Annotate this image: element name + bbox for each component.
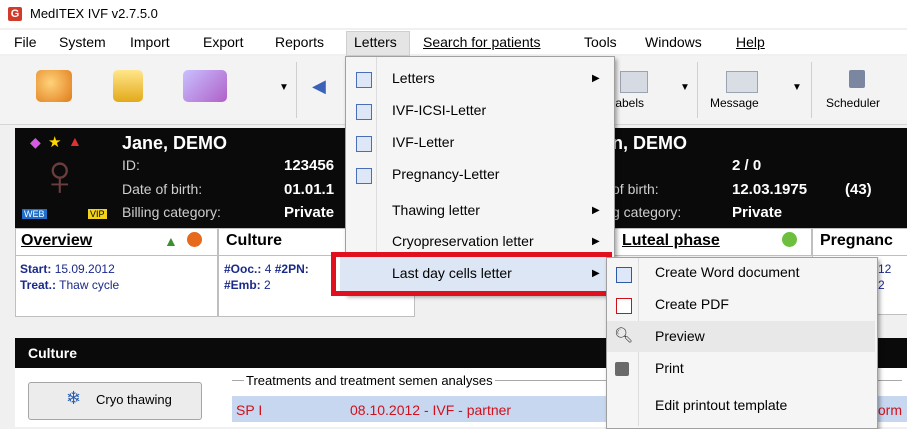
patients-icon[interactable] [183,70,227,102]
letter-icon [356,104,372,120]
treatments-group-title: Treatments and treatment semen analyses [244,373,495,388]
pregnancy-value-2: 2 [878,278,885,292]
2pn-label: #2PN: [274,262,309,276]
submenu-preview[interactable]: Preview [655,328,705,344]
letter-icon [356,136,372,152]
web-badge: WEB [22,209,47,219]
chevron-down-icon[interactable]: ▼ [792,82,802,93]
menu-item-ivf-icsi-letter[interactable]: IVF-ICSI-Letter [392,102,486,118]
menu-system[interactable]: System [59,34,106,50]
thumbs-up-icon: ▲ [164,233,178,249]
submenu-arrow-icon: ▶ [592,205,600,216]
treat-value: Thaw cycle [59,278,120,292]
vip-badge: VIP [88,209,107,219]
home-icon[interactable] [36,70,72,102]
submenu-preview-highlight [607,321,875,352]
ooc-label: #Ooc.: [224,262,262,276]
chevron-down-icon[interactable]: ▼ [680,82,690,93]
menu-item-thawing-letter[interactable]: Thawing letter [392,202,480,218]
submenu-create-word[interactable]: Create Word document [655,264,799,280]
tab-overview-label[interactable]: Overview [21,232,92,250]
patient-id-label: ID: [122,157,140,173]
letter-icon [356,168,372,184]
patient-billing-value: Private [284,204,335,221]
cryo-thawing-label: Cryo thawing [96,392,172,407]
chevron-down-icon[interactable]: ▼ [279,82,289,93]
submenu-print[interactable]: Print [655,360,684,376]
word-icon [616,267,632,283]
cryo-icon: ❄ [66,388,82,408]
lock-icon[interactable] [113,70,143,102]
start-label: Start: [20,262,52,276]
emb-value: 2 [264,278,271,292]
menu-item-letters[interactable]: Letters [392,70,435,86]
patient-id-value: 123456 [284,157,335,174]
letter-icon [356,72,372,88]
treatment-cell-date: 08.10.2012 - IVF - partner [350,402,512,418]
patient-billing-label: Billing category: [122,204,221,220]
submenu-arrow-icon: ▶ [592,73,600,84]
tab-culture-label[interactable]: Culture [226,232,282,250]
treat-label: Treat.: [20,278,57,292]
partner-billing-label: g category: [612,204,682,220]
menu-item-pregnancy-letter[interactable]: Pregnancy-Letter [392,166,499,182]
message-button-label[interactable]: Message [710,96,759,110]
submenu-create-pdf[interactable]: Create PDF [655,296,729,312]
tab-luteal-label[interactable]: Luteal phase [622,232,720,250]
menu-item-cryopreservation-letter[interactable]: Cryopreservation letter [392,233,534,249]
menu-reports[interactable]: Reports [275,34,324,50]
patient-name: Jane, DEMO [122,133,228,153]
menu-windows[interactable]: Windows [645,34,702,50]
menu-letters[interactable]: Letters [354,34,397,50]
submenu-arrow-icon: ▶ [592,236,600,247]
window-title: MedITEX IVF v2.7.5.0 [30,6,158,21]
alert-icon [187,232,202,247]
partner-dob-label: of birth: [612,181,659,197]
app-logo-icon: G [8,7,22,21]
female-symbol-icon: ♀ [38,143,82,208]
menu-item-ivf-letter[interactable]: IVF-Letter [392,134,454,150]
printer-icon [615,362,629,376]
scheduler-icon[interactable] [849,70,865,88]
patient-dob-label: Date of birth: [122,181,203,197]
partner-billing-value: Private [732,204,783,221]
message-icon[interactable] [726,71,758,93]
treatment-cell-id: SP I [236,402,263,418]
partner-age: (43) [845,181,872,198]
ok-check-icon [782,232,797,247]
scheduler-button-label[interactable]: Scheduler [826,96,880,110]
submenu-edit-template[interactable]: Edit printout template [655,397,787,413]
annotation-highlight-box [331,252,612,296]
pregnancy-value-1: 12 [878,262,892,276]
treatment-cell-extra: form [874,402,902,418]
ooc-value: 4 [264,262,272,276]
magnifier-icon: 🔍︎ [614,327,634,344]
menu-import[interactable]: Import [130,34,170,50]
menu-export[interactable]: Export [203,34,243,50]
partner-dob-value: 12.03.1975 [732,181,808,198]
back-arrow-icon[interactable]: ◀ [312,76,326,97]
menu-file[interactable]: File [14,34,37,50]
emb-label: #Emb: [224,278,261,292]
partner-name: n, DEMO [612,133,687,153]
menu-help[interactable]: Help [736,34,765,50]
patient-dob-value: 01.01.1 [284,181,335,198]
start-value: 15.09.2012 [54,262,115,276]
menu-tools[interactable]: Tools [584,34,617,50]
tab-pregnancy-label[interactable]: Pregnanc [820,232,893,250]
menu-search-patients[interactable]: Search for patients [423,34,541,50]
culture-section-title: Culture [28,345,77,361]
labels-icon[interactable] [620,71,648,93]
pdf-icon [616,298,632,314]
partner-id-value: 2 / 0 [732,157,762,174]
